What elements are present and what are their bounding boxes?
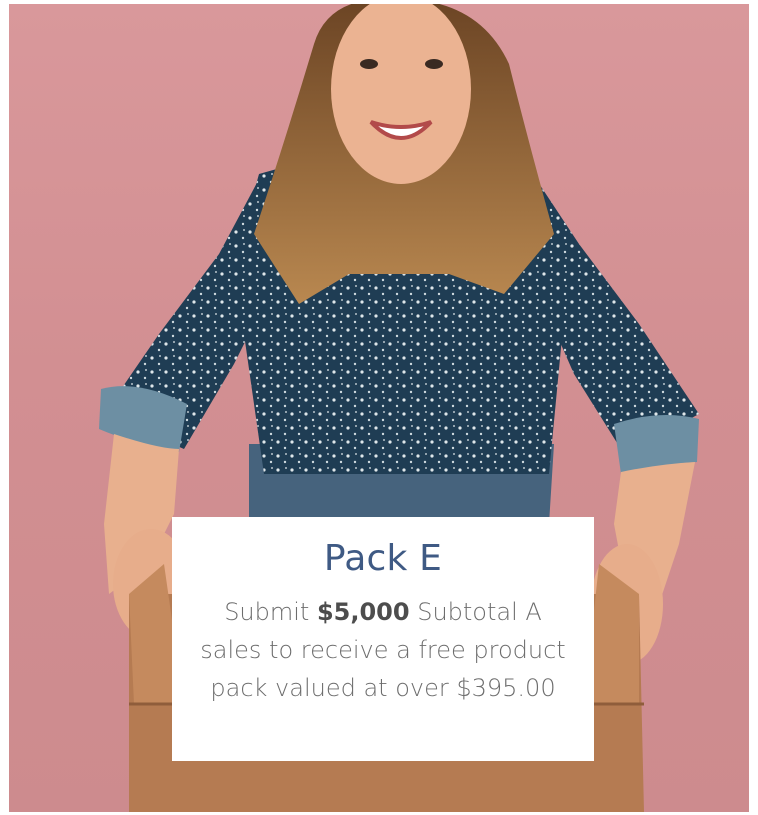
card-title: Pack E xyxy=(323,538,443,579)
card-description: Submit $5,000 Subtotal A sales to receiv… xyxy=(196,593,570,707)
description-prefix: Submit xyxy=(224,598,317,626)
sales-amount: $5,000 xyxy=(316,598,410,626)
promo-card: Pack E Submit $5,000 Subtotal A sales to… xyxy=(172,517,594,761)
promo-page: Pack E Submit $5,000 Subtotal A sales to… xyxy=(0,0,758,815)
